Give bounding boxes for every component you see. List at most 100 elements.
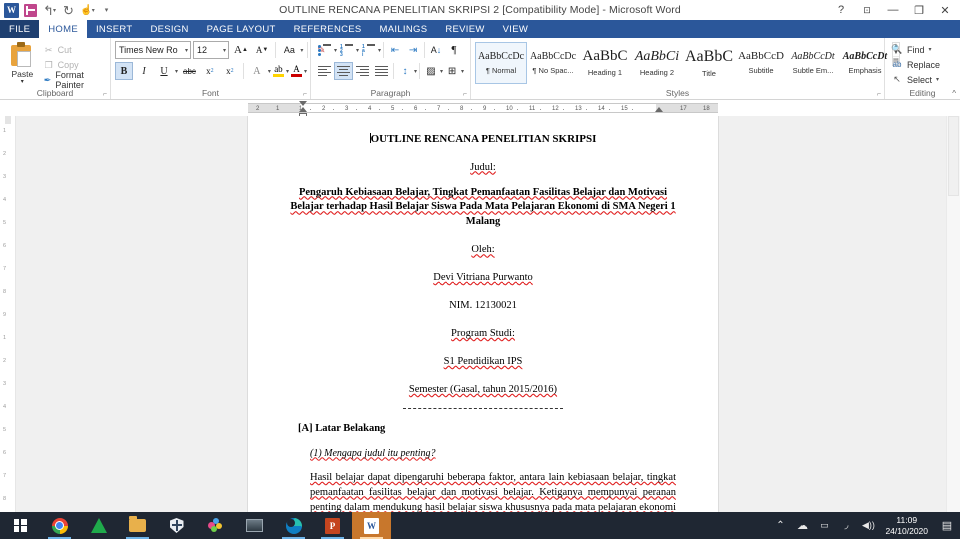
chevron-down-icon[interactable]: ▾	[175, 68, 178, 75]
align-right-button[interactable]	[353, 62, 372, 80]
font-name-combo[interactable]: Times New Ro ▾	[115, 41, 191, 59]
shrink-font-button[interactable]: A ▼	[253, 41, 271, 59]
change-case-button[interactable]: Aa	[280, 41, 298, 59]
clipboard-dialog-launcher[interactable]: ⌐	[103, 91, 107, 98]
style-item-title[interactable]: AaBbC Title	[683, 42, 735, 84]
first-line-indent-marker[interactable]	[299, 101, 307, 106]
multilevel-list-button[interactable]: 1ai	[359, 41, 378, 59]
tab-references[interactable]: REFERENCES	[285, 20, 371, 38]
align-center-button[interactable]	[334, 62, 353, 80]
onedrive-icon[interactable]: ☁	[791, 512, 813, 539]
grow-font-button[interactable]: A ▲	[231, 41, 251, 59]
justify-button[interactable]	[372, 62, 391, 80]
subscript-button[interactable]: x2	[201, 62, 219, 80]
borders-button[interactable]: ⊞	[443, 62, 461, 80]
align-left-button[interactable]	[315, 62, 334, 80]
wifi-icon[interactable]: ◞	[835, 512, 857, 539]
chevron-down-icon[interactable]: ▾	[414, 68, 417, 75]
line-spacing-button[interactable]: ↕	[396, 62, 414, 80]
chevron-down-icon[interactable]: ▾	[929, 46, 932, 53]
style-item-normal[interactable]: AaBbCcDc ¶ Normal	[475, 42, 527, 84]
right-indent-marker[interactable]	[655, 107, 663, 112]
ribbon-display-options-button[interactable]: ⊡	[854, 1, 880, 19]
decrease-indent-button[interactable]: ⇤	[386, 41, 404, 59]
collapse-ribbon-button[interactable]: ^	[952, 89, 956, 98]
document-page[interactable]: OUTLINE RENCANA PENELITIAN SKRIPSI Judul…	[248, 116, 718, 512]
tab-design[interactable]: DESIGN	[141, 20, 197, 38]
paragraph-dialog-launcher[interactable]: ⌐	[463, 91, 467, 98]
taskbar-photo-app[interactable]	[235, 512, 274, 539]
increase-indent-button[interactable]: ⇥	[404, 41, 422, 59]
text-highlight-color-button[interactable]: ab	[272, 62, 284, 80]
tab-mailings[interactable]: MAILINGS	[371, 20, 437, 38]
restore-button[interactable]: ❐	[906, 1, 932, 19]
chevron-down-icon[interactable]: ▾	[221, 47, 226, 54]
taskbar-word[interactable]: W	[352, 512, 391, 539]
taskbar-security[interactable]	[157, 512, 196, 539]
tab-view[interactable]: VIEW	[494, 20, 537, 38]
tab-file[interactable]: FILE	[0, 20, 40, 38]
style-item-heading-2[interactable]: AaBbCi Heading 2	[631, 42, 683, 84]
close-button[interactable]: ✕	[932, 1, 958, 19]
style-item-subtle-em[interactable]: AaBbCcDt Subtle Em...	[787, 42, 839, 84]
strikethrough-button[interactable]: abc	[180, 62, 199, 80]
taskbar-green-triangle-app[interactable]	[79, 512, 118, 539]
battery-icon[interactable]: ▭	[813, 512, 835, 539]
style-item-heading-1[interactable]: AaBbC Heading 1	[579, 42, 631, 84]
find-button[interactable]: 🔍 Find ▾	[889, 42, 932, 57]
chevron-down-icon[interactable]: ▾	[300, 47, 303, 54]
chevron-down-icon[interactable]: ▾	[21, 79, 24, 85]
help-button[interactable]: ?	[828, 1, 854, 19]
format-painter-button[interactable]: ✒ Format Painter	[41, 70, 106, 90]
sort-button[interactable]: A ↓	[427, 41, 445, 59]
horizontal-ruler[interactable]: L 21 123456789101112131415 1718	[0, 100, 960, 213]
taskbar-chrome[interactable]	[40, 512, 79, 539]
bullets-button[interactable]	[315, 41, 334, 59]
font-dialog-launcher[interactable]: ⌐	[303, 91, 307, 98]
vertical-scrollbar[interactable]	[946, 116, 960, 512]
document-canvas[interactable]: OUTLINE RENCANA PENELITIAN SKRIPSI Judul…	[16, 116, 960, 512]
style-item-subtitle[interactable]: AaBbCcD Subtitle	[735, 42, 787, 84]
style-item-no-spac[interactable]: AaBbCcDc ¶ No Spac...	[527, 42, 579, 84]
taskbar-paint-app[interactable]	[196, 512, 235, 539]
minimize-button[interactable]: —	[880, 1, 906, 19]
show-formatting-marks-button[interactable]: ¶	[445, 41, 463, 59]
styles-dialog-launcher[interactable]: ⌐	[877, 91, 881, 98]
taskbar-edge[interactable]	[274, 512, 313, 539]
start-button[interactable]	[0, 512, 40, 539]
bold-button[interactable]: B	[115, 62, 133, 80]
replace-button[interactable]: ab Replace	[889, 57, 940, 72]
superscript-button[interactable]: x2	[221, 62, 239, 80]
hanging-indent-marker[interactable]	[299, 107, 307, 112]
chevron-down-icon[interactable]: ▾	[286, 68, 289, 75]
scrollbar-thumb[interactable]	[948, 116, 959, 196]
tab-insert[interactable]: INSERT	[87, 20, 141, 38]
chevron-down-icon[interactable]: ▾	[268, 68, 271, 75]
show-hidden-icons-button[interactable]: ⌃	[769, 512, 791, 539]
cut-button[interactable]: ✂ Cut	[41, 43, 106, 57]
italic-button[interactable]: I	[135, 62, 153, 80]
notification-center-button[interactable]: ▤	[934, 512, 960, 539]
chevron-down-icon[interactable]: ▾	[304, 68, 307, 75]
clock[interactable]: 11:09 24/10/2020	[879, 512, 934, 539]
taskbar-file-explorer[interactable]	[118, 512, 157, 539]
tab-review[interactable]: REVIEW	[436, 20, 493, 38]
tab-page-layout[interactable]: PAGE LAYOUT	[198, 20, 285, 38]
paste-button[interactable]: Paste ▾	[4, 41, 41, 85]
font-color-button[interactable]: A	[290, 62, 302, 80]
font-size-combo[interactable]: 12 ▾	[193, 41, 229, 59]
volume-icon[interactable]: ◀))	[857, 512, 879, 539]
styles-gallery[interactable]: AaBbCcDc ¶ Normal AaBbCcDc ¶ No Spac... AaBb…	[475, 42, 891, 84]
tab-home[interactable]: HOME	[39, 20, 87, 38]
select-button[interactable]: ↖ Select ▾	[889, 72, 939, 87]
shading-button[interactable]: ▨	[422, 62, 440, 80]
chevron-down-icon[interactable]: ▾	[183, 47, 188, 54]
chevron-down-icon[interactable]: ▾	[378, 47, 381, 54]
underline-button[interactable]: U	[155, 62, 173, 80]
numbering-button[interactable]: 123	[337, 41, 356, 59]
taskbar-powerpoint[interactable]: P	[313, 512, 352, 539]
chevron-down-icon[interactable]: ▾	[461, 68, 464, 75]
vertical-ruler[interactable]: 1 2 3 4 5 6 7 8 9 1 2 3 4 5 6 7 8	[0, 116, 16, 512]
chevron-down-icon[interactable]: ▾	[936, 76, 939, 83]
text-effects-button[interactable]: A	[248, 62, 266, 80]
